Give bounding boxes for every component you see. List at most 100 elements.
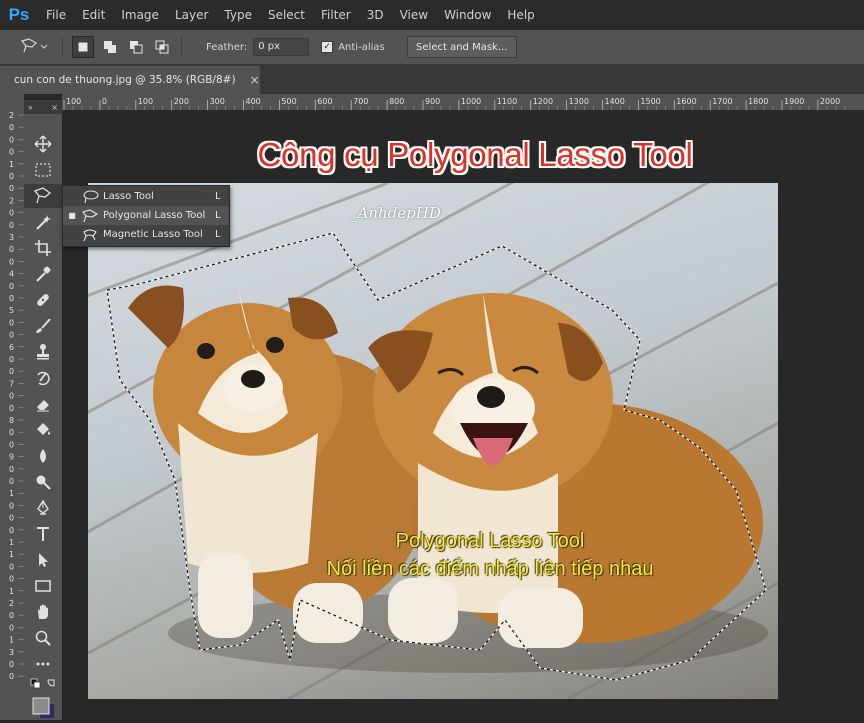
add-selection-icon bbox=[104, 41, 116, 53]
lasso-tool-flyout: Lasso Tool L ■ Polygonal Lasso Tool L Ma… bbox=[62, 185, 230, 247]
menu-view[interactable]: View bbox=[392, 0, 436, 30]
ruler-tick-label: 0 bbox=[9, 526, 14, 535]
vertical-ruler[interactable]: 2 0 0 0 1 0 0 2 0 0 3 0 0 4 0 0 5 0 0 6 0 0 7 0 0 8 0 0 9 0 0 1 0 0 0 1 1 0 0 1… bbox=[0, 94, 24, 720]
paint-bucket-tool[interactable] bbox=[24, 418, 62, 442]
caption-line-2: Nối liền các điểm nhấp liên tiếp nhau bbox=[326, 558, 654, 580]
ruler-tick-label: 0 bbox=[9, 562, 14, 571]
flyout-lasso-shortcut: L bbox=[215, 191, 221, 202]
menu-help[interactable]: Help bbox=[499, 0, 542, 30]
hand-tool[interactable] bbox=[24, 600, 62, 624]
blur-tool[interactable] bbox=[24, 444, 62, 468]
hand-icon bbox=[38, 604, 48, 619]
path-selection-tool[interactable] bbox=[24, 548, 62, 572]
ruler-tick-label: 9 bbox=[9, 453, 14, 462]
ruler-tick-label: 500 bbox=[281, 97, 296, 106]
flyout-magnetic-lasso-tool[interactable]: Magnetic Lasso Tool L bbox=[63, 225, 229, 244]
polygonal-lasso-icon bbox=[33, 187, 52, 204]
ruler-tick-label: 0 bbox=[9, 294, 14, 303]
ruler-tick-label: 0 bbox=[9, 282, 14, 291]
add-to-selection-button[interactable] bbox=[100, 37, 120, 57]
pen-icon bbox=[37, 499, 49, 515]
magic-wand-tool[interactable] bbox=[24, 210, 62, 234]
menu-image[interactable]: Image bbox=[113, 0, 167, 30]
clone-stamp-tool[interactable] bbox=[24, 340, 62, 364]
crop-tool[interactable] bbox=[24, 236, 62, 260]
menu-3d[interactable]: 3D bbox=[359, 0, 392, 30]
flyout-lasso-tool[interactable]: Lasso Tool L bbox=[63, 187, 229, 206]
document-tab-bar: cun con de thuong.jpg @ 35.8% (RGB/8#) × bbox=[0, 64, 864, 94]
menu-filter[interactable]: Filter bbox=[313, 0, 359, 30]
ruler-tick-label: 1 bbox=[9, 636, 14, 645]
ruler-tick-label: 0 bbox=[9, 611, 14, 620]
type-tool[interactable] bbox=[24, 522, 62, 546]
menu-layer[interactable]: Layer bbox=[167, 0, 216, 30]
select-and-mask-button[interactable]: Select and Mask... bbox=[406, 36, 517, 58]
ruler-tick-label: 0 bbox=[9, 184, 14, 193]
rectangle-tool[interactable] bbox=[24, 574, 62, 598]
marquee-tool[interactable] bbox=[24, 158, 62, 182]
subtract-selection-icon bbox=[130, 41, 143, 54]
brush-tool[interactable] bbox=[24, 314, 62, 338]
antialias-checkbox[interactable]: ✓ bbox=[321, 41, 334, 53]
feather-input[interactable]: 0 px bbox=[253, 38, 310, 56]
intersect-selection-icon bbox=[155, 40, 169, 54]
close-icon[interactable]: × bbox=[250, 73, 260, 87]
zoom-tool[interactable] bbox=[24, 626, 62, 650]
subtract-from-selection-button[interactable] bbox=[126, 37, 146, 57]
document-image[interactable] bbox=[88, 183, 778, 699]
ruler-tick-label: 2 bbox=[9, 111, 14, 120]
tool-preset-picker[interactable] bbox=[20, 37, 56, 57]
healing-brush-tool[interactable] bbox=[24, 288, 62, 312]
ruler-tick-label: 1 bbox=[9, 489, 14, 498]
photoshop-logo: Ps bbox=[8, 5, 30, 24]
path-selection-icon bbox=[39, 553, 48, 567]
puppies-photo bbox=[88, 183, 778, 699]
color-swatches[interactable] bbox=[24, 696, 62, 720]
eraser-tool[interactable] bbox=[24, 392, 62, 416]
ruler-tick-label: 5 bbox=[9, 306, 14, 315]
healing-brush-icon bbox=[37, 294, 49, 306]
ruler-tick-label: 0 bbox=[9, 257, 14, 266]
pen-tool[interactable] bbox=[24, 496, 62, 520]
move-tool[interactable] bbox=[24, 132, 62, 156]
right-puppy bbox=[368, 293, 763, 648]
collapse-icon[interactable]: » bbox=[28, 103, 33, 112]
toolbox-panel: » × bbox=[24, 100, 62, 720]
menu-type[interactable]: Type bbox=[216, 0, 260, 30]
more-tools-button[interactable] bbox=[24, 652, 62, 676]
history-brush-tool[interactable] bbox=[24, 366, 62, 390]
ruler-tick-label: 1800 bbox=[748, 97, 768, 106]
ruler-tick-label: 0 bbox=[9, 392, 14, 401]
menu-edit[interactable]: Edit bbox=[74, 0, 113, 30]
lasso-tool[interactable] bbox=[24, 184, 62, 208]
ruler-tick-label: 0 bbox=[9, 428, 14, 437]
default-colors-button[interactable] bbox=[24, 676, 62, 692]
intersect-selection-button[interactable] bbox=[152, 37, 172, 57]
ruler-tick-label: 200 bbox=[174, 97, 189, 106]
document-tab-title: cun con de thuong.jpg @ 35.8% (RGB/8#) bbox=[14, 74, 236, 86]
menu-file[interactable]: File bbox=[38, 0, 74, 30]
ruler-tick-label: 1400 bbox=[605, 97, 625, 106]
ruler-tick-label: 1500 bbox=[640, 97, 660, 106]
ruler-tick-label: 0 bbox=[9, 331, 14, 340]
flyout-polygonal-lasso-label: Polygonal Lasso Tool bbox=[103, 210, 206, 221]
dodge-tool[interactable] bbox=[24, 470, 62, 494]
horizontal-ruler[interactable]: 100 0 100 200 300 400 500 600 700 800 900 1000 1100 1… bbox=[62, 94, 864, 111]
close-icon[interactable]: × bbox=[51, 103, 58, 112]
ruler-tick-label: 0 bbox=[9, 440, 14, 449]
menu-window[interactable]: Window bbox=[436, 0, 499, 30]
options-bar: Feather: 0 px ✓ Anti-alias Select and Ma… bbox=[0, 30, 864, 65]
new-selection-button[interactable] bbox=[72, 36, 94, 58]
ruler-tick-label: 2 bbox=[9, 196, 14, 205]
foreground-background-icon bbox=[32, 697, 54, 718]
flyout-polygonal-lasso-tool[interactable]: ■ Polygonal Lasso Tool L bbox=[63, 206, 229, 225]
eyedropper-tool[interactable] bbox=[24, 262, 62, 286]
ruler-tick-label: 7 bbox=[9, 379, 14, 388]
menu-select[interactable]: Select bbox=[260, 0, 313, 30]
ruler-tick-label: 4 bbox=[9, 270, 14, 279]
polygonal-lasso-icon bbox=[81, 206, 103, 225]
document-tab[interactable]: cun con de thuong.jpg @ 35.8% (RGB/8#) × bbox=[0, 66, 260, 94]
image-heading: Công cụ Polygonal Lasso Tool bbox=[257, 136, 693, 173]
ruler-tick-label: 0 bbox=[9, 465, 14, 474]
flyout-magnetic-lasso-label: Magnetic Lasso Tool bbox=[103, 229, 203, 240]
